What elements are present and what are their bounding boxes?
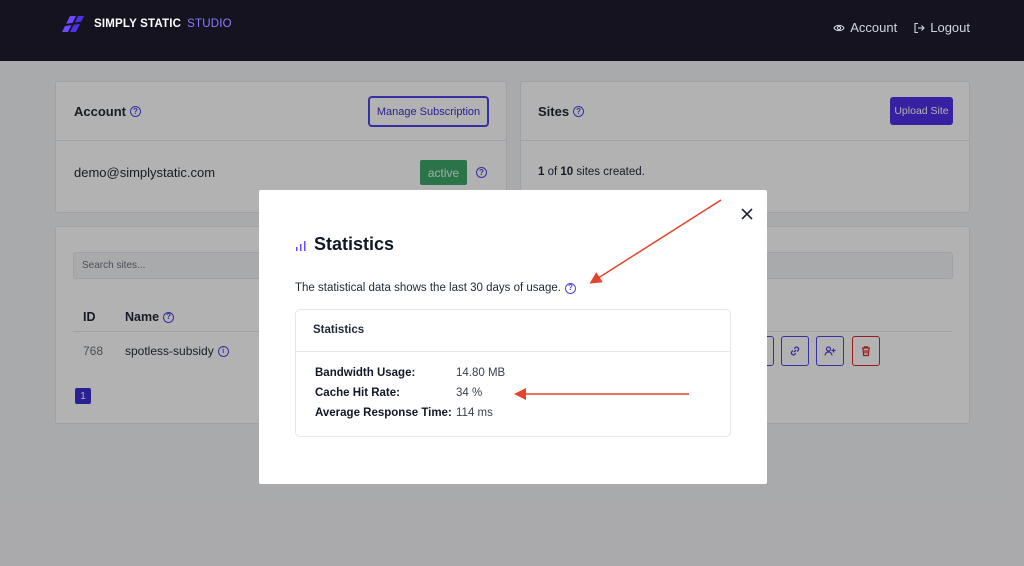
modal-description: The statistical data shows the last 30 d… (295, 282, 576, 294)
stat-value: 114 ms (456, 407, 493, 419)
stat-value: 34 % (456, 387, 483, 399)
logo-mark-icon (57, 16, 87, 32)
panel-divider (296, 351, 730, 352)
stat-row-response-time: Average Response Time: 114 ms (315, 407, 493, 419)
header-nav: Account Logout (833, 20, 970, 35)
modal-title-text: Statistics (314, 234, 395, 254)
stat-row-cache-hit-rate: Cache Hit Rate: 34 % (315, 387, 482, 399)
bar-chart-icon (296, 240, 306, 251)
eye-icon (833, 24, 845, 31)
stat-value: 14.80 MB (456, 367, 506, 379)
top-navigation-bar: SIMPLY STATIC STUDIO Account Logout (0, 0, 1024, 61)
modal-title: Statistics (295, 234, 394, 255)
statistics-panel-title: Statistics (313, 324, 365, 336)
nav-logout-label: Logout (930, 20, 970, 35)
brand-logo[interactable]: SIMPLY STATIC STUDIO (56, 14, 232, 34)
help-icon[interactable]: ? (564, 282, 576, 294)
stat-row-bandwidth: Bandwidth Usage: 14.80 MB (315, 367, 505, 379)
nav-account-link[interactable]: Account (833, 20, 897, 35)
logout-icon (914, 22, 926, 33)
stat-label: Cache Hit Rate: (315, 387, 400, 399)
close-icon[interactable] (739, 206, 755, 222)
brand-name: SIMPLY STATIC (94, 18, 182, 30)
modal-description-text: The statistical data shows the last 30 d… (295, 282, 561, 294)
stat-label: Average Response Time: (315, 407, 452, 419)
nav-logout-link[interactable]: Logout (913, 20, 970, 35)
statistics-panel: Statistics Bandwidth Usage: 14.80 MB Cac… (295, 309, 731, 437)
stat-label: Bandwidth Usage: (315, 367, 416, 379)
statistics-modal: Statistics The statistical data shows th… (259, 190, 767, 484)
brand-accent: STUDIO (187, 18, 232, 30)
nav-account-label: Account (850, 20, 898, 35)
